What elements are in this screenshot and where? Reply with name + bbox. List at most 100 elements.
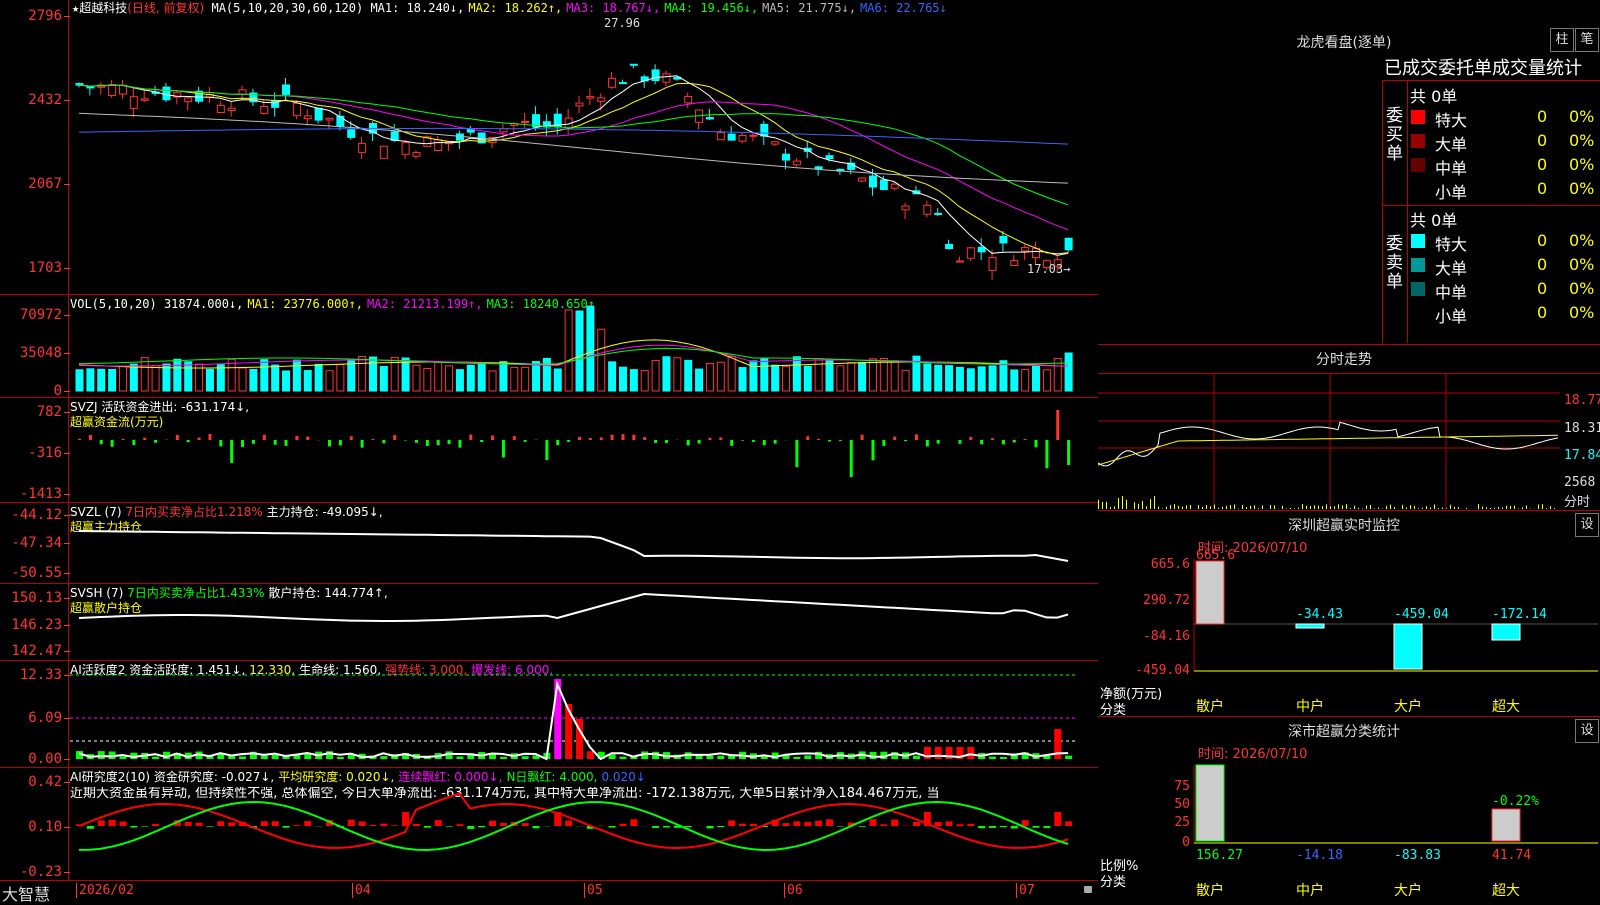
candle bbox=[706, 118, 713, 119]
research-bar bbox=[619, 824, 626, 826]
volume-bar bbox=[239, 368, 246, 391]
ai-activity-panel[interactable]: 12.33 6.09 0.00 AI活跃度2 资金活跃度: 1.451↓,12.… bbox=[0, 661, 1098, 768]
volume-bar bbox=[815, 359, 822, 391]
flow-bar bbox=[328, 440, 331, 446]
research-bar bbox=[109, 820, 116, 826]
volume-bar bbox=[206, 369, 213, 391]
research-bar bbox=[935, 822, 942, 826]
flow-bar bbox=[567, 440, 570, 442]
ai-activity-tick: 6.09 bbox=[28, 710, 62, 726]
activity-bar bbox=[804, 755, 811, 759]
category-label: 大户 bbox=[1394, 882, 1422, 899]
volume-bar bbox=[217, 365, 224, 391]
intraday-volume-bar bbox=[1342, 505, 1343, 509]
volume-bar bbox=[989, 366, 996, 391]
svzl-panel[interactable]: -44.12 -47.34 -50.55 SVZL (7) 7日内买卖净占比1.… bbox=[0, 503, 1098, 584]
volume-bar bbox=[978, 367, 985, 391]
order-label: 大单 bbox=[1435, 255, 1467, 279]
intraday-volume-bar bbox=[1354, 506, 1355, 509]
research-bar bbox=[435, 820, 442, 826]
research-bar bbox=[141, 826, 148, 827]
intraday-panel[interactable]: 分时走势 18.77 18.31 17.84 2568 分时 bbox=[1098, 344, 1600, 509]
research-bar bbox=[489, 821, 496, 826]
flow-bar bbox=[969, 437, 972, 440]
volume-bar bbox=[337, 365, 344, 391]
fl-category-label: 分类 bbox=[1100, 871, 1126, 890]
activity-bar bbox=[239, 756, 246, 759]
intraday-volume-bar bbox=[1490, 508, 1491, 509]
intraday-volume-bar bbox=[1542, 504, 1543, 509]
research-bar bbox=[369, 825, 376, 826]
svsh-chart bbox=[70, 584, 1100, 660]
flow-bar bbox=[198, 438, 201, 440]
flow-bar bbox=[1045, 440, 1048, 468]
activity-bar bbox=[261, 756, 268, 759]
volume-bar bbox=[293, 360, 300, 391]
intraday-volume-bar bbox=[1162, 508, 1163, 509]
candle bbox=[402, 143, 409, 155]
svzj-panel[interactable]: 782 -316 -1413 SVZJ 活跃资金进出: -631.174↓, 超… bbox=[0, 398, 1098, 503]
lock-icon[interactable] bbox=[1084, 886, 1092, 893]
svsh-tick: 142.47 bbox=[11, 643, 62, 659]
sz-monitor-panel[interactable]: 深圳超赢实时监控 设 时间: 2026/07/10 665.6290.72-84… bbox=[1098, 510, 1600, 716]
candle bbox=[772, 142, 779, 144]
volume-bar bbox=[109, 369, 116, 391]
candle bbox=[956, 261, 963, 262]
ai-research-panel[interactable]: 0.42 0.10 -0.23 AI研究度2(10) 资金研究度: -0.027… bbox=[0, 768, 1098, 881]
candle bbox=[880, 180, 887, 189]
svsh-panel[interactable]: 150.13 146.23 142.47 SVSH (7) 7日内买卖净占比1.… bbox=[0, 584, 1098, 661]
research-bar bbox=[609, 826, 616, 828]
intraday-volume-bar bbox=[1518, 508, 1519, 509]
tick-view-button[interactable]: 笔 bbox=[1575, 28, 1599, 52]
category-bar bbox=[1196, 765, 1224, 841]
high-price-label: 27.96 bbox=[604, 16, 640, 30]
order-label: 中单 bbox=[1435, 155, 1467, 179]
flow-bar bbox=[111, 440, 114, 447]
sell-section: 委卖单 共 0单 特大00%大单00%中单00%小单00% bbox=[1383, 205, 1600, 343]
research-bar bbox=[826, 819, 833, 826]
research-bar bbox=[913, 822, 920, 826]
candle bbox=[783, 154, 790, 160]
intraday-volume-bar bbox=[1182, 507, 1183, 509]
column-view-button[interactable]: 柱 bbox=[1550, 28, 1574, 52]
intraday-volume-bar bbox=[1270, 505, 1271, 509]
intraday-volume-bar bbox=[1258, 508, 1259, 509]
flow-bar bbox=[589, 438, 592, 440]
volume-bar bbox=[315, 364, 322, 391]
order-val: 0 bbox=[1537, 131, 1547, 150]
date-label: 07 bbox=[1016, 883, 1035, 898]
intraday-volume-bar bbox=[1286, 508, 1287, 509]
research-bar bbox=[956, 824, 963, 826]
lhb-title: 龙虎看盘(逐单) bbox=[1098, 32, 1590, 52]
intraday-volume-bar bbox=[1502, 508, 1503, 509]
candle bbox=[380, 146, 387, 158]
flow-bar bbox=[741, 440, 744, 441]
flow-bar bbox=[980, 440, 983, 444]
order-label: 特大 bbox=[1435, 231, 1467, 255]
candle bbox=[739, 135, 746, 141]
candle bbox=[902, 206, 909, 210]
candle bbox=[348, 130, 355, 138]
activity-bar bbox=[793, 757, 800, 759]
research-bar bbox=[500, 823, 507, 826]
volume-panel[interactable]: 70972 35048 0 VOL(5,10,20) 31874.000↓,MA… bbox=[0, 295, 1098, 398]
intraday-volume-bar bbox=[1134, 502, 1135, 509]
intraday-volume-bar bbox=[1458, 507, 1459, 509]
buy-side-label: 委买单 bbox=[1386, 107, 1404, 164]
sz-category-panel[interactable]: 深市超赢分类统计 设 时间: 2026/07/10 7550250-0.22%1… bbox=[1098, 716, 1600, 901]
intraday-volume-bar bbox=[1126, 500, 1127, 509]
order-pct: 0% bbox=[1569, 279, 1594, 298]
flow-bar bbox=[89, 435, 92, 440]
flow-bar bbox=[371, 439, 374, 440]
order-stats-table: 委买单 共 0单 特大00%大单00%中单00%小单00% 委卖单 共 0单 特… bbox=[1382, 80, 1600, 343]
candle bbox=[935, 213, 942, 214]
flow-bar bbox=[274, 440, 277, 445]
intraday-volume-bar bbox=[1326, 504, 1327, 509]
activity-bar bbox=[967, 747, 974, 759]
intraday-volume-bar bbox=[1494, 508, 1495, 509]
kline-panel[interactable]: 2796 2432 2067 1703 ★超越科技(日线, 前复权) MA(5,… bbox=[0, 0, 1098, 295]
svzj-chart bbox=[70, 398, 1100, 502]
research-bar bbox=[87, 826, 94, 829]
intraday-volume-bar bbox=[1418, 508, 1419, 509]
order-label: 小单 bbox=[1435, 179, 1467, 203]
